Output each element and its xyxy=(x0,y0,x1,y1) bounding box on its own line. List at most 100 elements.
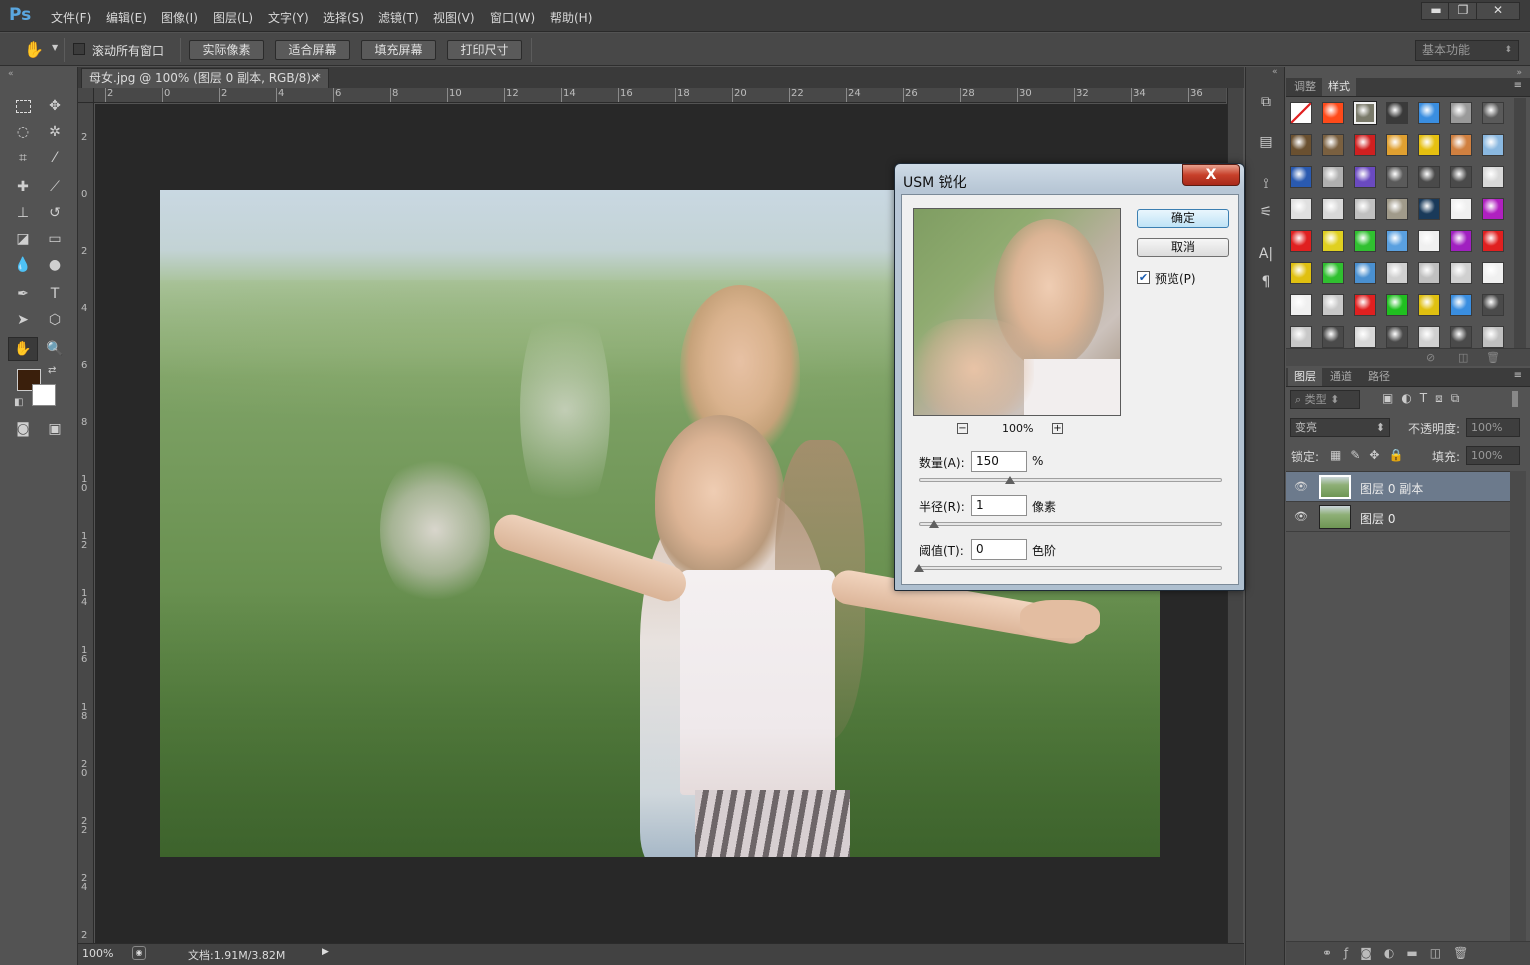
style-swatch[interactable] xyxy=(1418,326,1440,348)
radius-slider[interactable] xyxy=(919,522,1222,526)
style-swatch[interactable] xyxy=(1482,294,1504,316)
style-swatch[interactable] xyxy=(1450,102,1472,124)
style-swatch[interactable] xyxy=(1418,230,1440,252)
style-swatch[interactable] xyxy=(1290,198,1312,220)
style-swatch[interactable] xyxy=(1482,198,1504,220)
style-swatch[interactable] xyxy=(1322,134,1344,156)
preview-checkbox[interactable]: ✔ xyxy=(1137,271,1150,284)
tab-styles[interactable]: 样式 xyxy=(1322,78,1356,96)
history-brush-icon[interactable]: ↺ xyxy=(42,201,68,225)
history-panel-icon[interactable]: ⧉ xyxy=(1255,91,1277,113)
style-swatch[interactable] xyxy=(1290,134,1312,156)
style-swatch[interactable] xyxy=(1290,326,1312,348)
scroll-all-checkbox[interactable] xyxy=(73,43,85,55)
layer-kind-filter[interactable]: ⌕ 类型 ⬍ xyxy=(1290,390,1360,409)
style-swatch[interactable] xyxy=(1450,326,1472,348)
type-tool-icon[interactable]: T xyxy=(42,282,68,306)
style-swatch[interactable] xyxy=(1482,134,1504,156)
menu-view[interactable]: 视图(V) xyxy=(433,9,475,26)
close-tab-icon[interactable]: × xyxy=(310,69,320,88)
quick-mask-icon[interactable]: ◙ xyxy=(10,417,36,441)
menu-edit[interactable]: 编辑(E) xyxy=(106,9,147,26)
style-swatch[interactable] xyxy=(1290,294,1312,316)
style-swatch[interactable] xyxy=(1450,262,1472,284)
tab-paths[interactable]: 路径 xyxy=(1362,368,1396,386)
style-swatch[interactable] xyxy=(1322,166,1344,188)
filter-toggle[interactable] xyxy=(1512,391,1518,407)
layer-actions-icons[interactable]: ⚭ƒ◙◐▬◫🗑 xyxy=(1322,946,1480,960)
document-tab[interactable]: 母女.jpg @ 100% (图层 0 副本, RGB/8) * × xyxy=(81,68,329,88)
gradient-tool-icon[interactable]: ▭ xyxy=(42,227,68,251)
eyedropper-icon[interactable]: ⁄ xyxy=(42,146,68,170)
paragraph-panel-icon[interactable]: ¶ xyxy=(1255,271,1277,293)
layer-row-base[interactable]: 👁 图层 0 xyxy=(1286,502,1510,532)
style-swatch[interactable] xyxy=(1354,230,1376,252)
move-tool-icon[interactable]: ✥ xyxy=(42,94,68,118)
minimize-button[interactable]: ▬ xyxy=(1421,2,1451,20)
dialog-close-button[interactable]: X xyxy=(1182,164,1240,186)
menu-type[interactable]: 文字(Y) xyxy=(268,9,309,26)
style-swatch[interactable] xyxy=(1450,294,1472,316)
style-swatch[interactable] xyxy=(1418,102,1440,124)
workspace-select[interactable]: 基本功能 ⬍ xyxy=(1415,40,1519,61)
threshold-input[interactable]: 0 xyxy=(971,539,1027,560)
style-swatch[interactable] xyxy=(1482,230,1504,252)
style-swatch[interactable] xyxy=(1290,230,1312,252)
visibility-eye-icon[interactable]: 👁 xyxy=(1294,510,1308,523)
clear-style-icon[interactable]: ⊘ xyxy=(1426,351,1435,364)
clone-stamp-icon[interactable]: ⊥ xyxy=(10,201,36,225)
zoom-tool-icon[interactable]: 🔍 xyxy=(42,337,68,361)
marquee-tool-icon[interactable] xyxy=(10,94,36,118)
layer-filter-icons[interactable]: ▣◐T⧈⧉ xyxy=(1382,391,1467,406)
style-swatch[interactable] xyxy=(1322,198,1344,220)
cancel-button[interactable]: 取消 xyxy=(1137,238,1229,257)
ok-button[interactable]: 确定 xyxy=(1137,209,1229,228)
shape-tool-icon[interactable]: ⬡ xyxy=(42,308,68,332)
character-panel-icon[interactable]: A| xyxy=(1255,243,1277,265)
style-swatch[interactable] xyxy=(1354,166,1376,188)
collapse-icon[interactable]: « xyxy=(8,69,14,79)
layer-row-copy[interactable]: 👁 图层 0 副本 xyxy=(1286,472,1510,502)
magic-wand-icon[interactable]: ✲ xyxy=(42,120,68,144)
style-swatch[interactable] xyxy=(1322,262,1344,284)
style-swatch[interactable] xyxy=(1418,198,1440,220)
default-colors-icon[interactable]: ◧ xyxy=(14,397,23,408)
style-swatch[interactable] xyxy=(1290,262,1312,284)
style-swatch[interactable] xyxy=(1322,230,1344,252)
expand-icon[interactable]: « xyxy=(1272,67,1278,77)
amount-slider-thumb[interactable] xyxy=(1004,476,1015,484)
brush-panel-icon[interactable]: ⟟ xyxy=(1255,173,1277,195)
style-swatch[interactable] xyxy=(1482,262,1504,284)
tab-adjustments[interactable]: 调整 xyxy=(1288,78,1322,96)
zoom-level[interactable]: 100% xyxy=(82,947,113,960)
eraser-tool-icon[interactable]: ◪ xyxy=(10,227,36,251)
screen-mode-icon[interactable]: ▣ xyxy=(42,417,68,441)
style-swatch[interactable] xyxy=(1322,102,1344,124)
style-swatch[interactable] xyxy=(1482,166,1504,188)
threshold-slider[interactable] xyxy=(919,566,1222,570)
style-swatch[interactable] xyxy=(1386,166,1408,188)
style-swatch[interactable] xyxy=(1354,326,1376,348)
zoom-in-button[interactable]: + xyxy=(1052,423,1063,434)
lock-icons[interactable]: ▦✎✥🔒 xyxy=(1330,448,1412,462)
background-color-swatch[interactable] xyxy=(32,384,56,406)
style-swatch[interactable] xyxy=(1386,294,1408,316)
style-swatch[interactable] xyxy=(1290,102,1312,124)
fill-screen-button[interactable]: 填充屏幕 xyxy=(361,40,436,60)
swap-colors-icon[interactable]: ⇄ xyxy=(48,365,56,376)
menu-select[interactable]: 选择(S) xyxy=(323,9,364,26)
panel-collapse-icon[interactable]: » xyxy=(1516,68,1522,78)
tab-layers[interactable]: 图层 xyxy=(1288,368,1322,386)
filter-preview[interactable] xyxy=(913,208,1121,416)
actions-panel-icon[interactable]: ▤ xyxy=(1255,131,1277,153)
pen-tool-icon[interactable]: ✒ xyxy=(10,282,36,306)
menu-filter[interactable]: 滤镜(T) xyxy=(378,9,419,26)
healing-brush-icon[interactable]: ✚ xyxy=(10,175,36,199)
tab-channels[interactable]: 通道 xyxy=(1324,368,1358,386)
style-swatch[interactable] xyxy=(1386,262,1408,284)
status-menu-arrow-icon[interactable]: ▶ xyxy=(322,947,329,957)
radius-slider-thumb[interactable] xyxy=(929,520,940,528)
style-swatch[interactable] xyxy=(1354,198,1376,220)
style-swatch[interactable] xyxy=(1354,102,1376,124)
brush-presets-icon[interactable]: ⚟ xyxy=(1255,201,1277,223)
